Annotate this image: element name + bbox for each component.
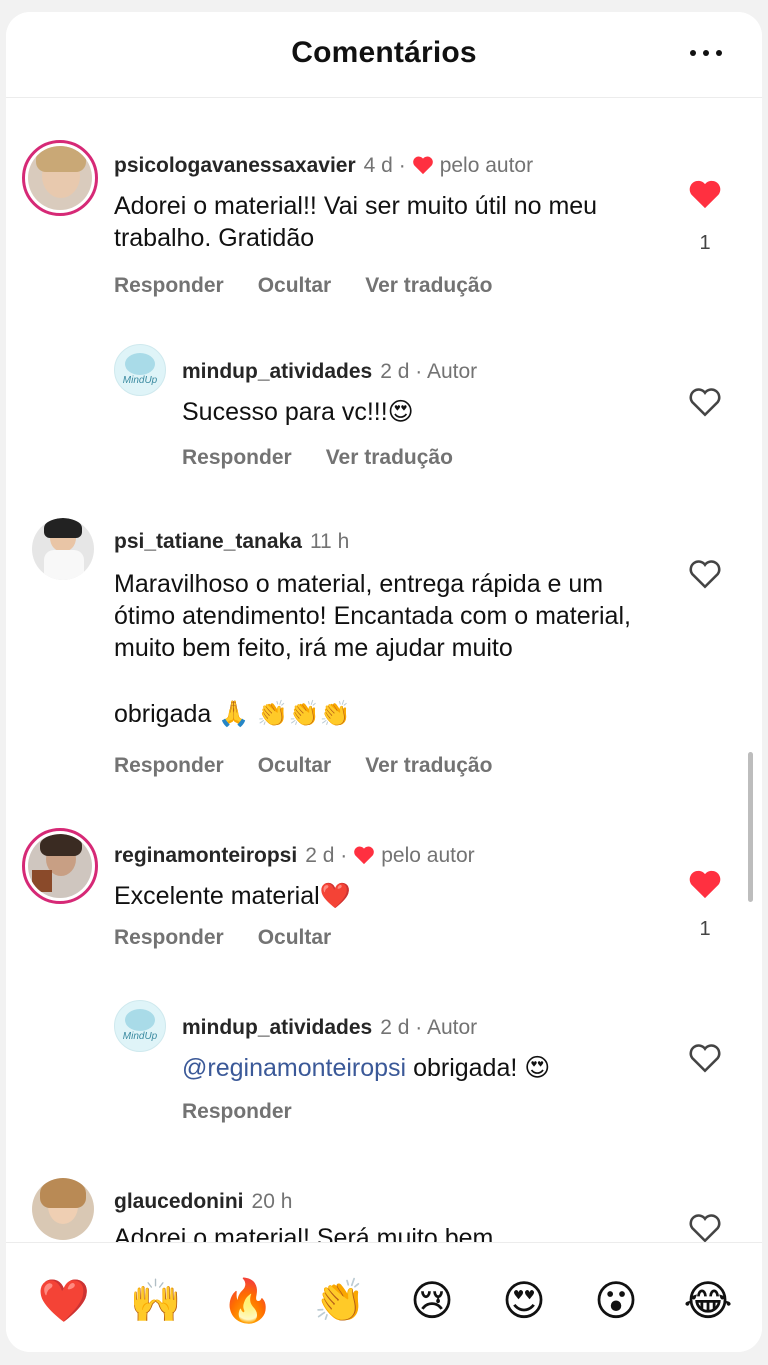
mention-link[interactable]: @reginamonteiropsi: [182, 1054, 406, 1082]
like-count: 1: [699, 918, 711, 940]
liked-by-author-label: pelo autor: [381, 844, 475, 867]
emoji: 😍: [387, 397, 414, 426]
reply-button[interactable]: Responder: [114, 274, 224, 297]
comment-text: @reginamonteiropsi obrigada! 😍: [182, 1053, 551, 1082]
liked-by-author-icon: [354, 846, 375, 865]
emoji-raised-hands-button[interactable]: 🙌: [128, 1273, 184, 1329]
username[interactable]: mindup_atividades: [182, 360, 372, 383]
avatar-brand-text: MindUp: [122, 375, 158, 386]
comment-meta: psi_tatiane_tanaka 11 h: [114, 530, 349, 554]
comment-actions: Responder Ocultar Ver tradução: [114, 274, 526, 298]
comment-meta: glaucedonini 20 h: [114, 1190, 292, 1214]
translate-button[interactable]: Ver tradução: [326, 446, 453, 469]
emoji: ❤️: [319, 881, 351, 910]
comment-meta: mindup_atividades 2 d · Autor: [182, 360, 478, 383]
emoji-heart-eyes-button[interactable]: 😍: [496, 1273, 552, 1329]
hide-button[interactable]: Ocultar: [258, 274, 332, 297]
comment-time: 2 d: [380, 1016, 410, 1039]
avatar[interactable]: [32, 1178, 94, 1240]
translate-button[interactable]: Ver tradução: [365, 754, 492, 777]
username[interactable]: reginamonteiropsi: [114, 844, 297, 867]
username[interactable]: glaucedonini: [114, 1190, 244, 1213]
comment-meta: reginamonteiropsi 2 d · pelo autor: [114, 844, 475, 867]
avatar-brand-text: MindUp: [122, 1031, 158, 1042]
emoji-laughing-button[interactable]: 😂: [680, 1273, 736, 1329]
reply-button[interactable]: Responder: [182, 1100, 292, 1123]
emoji-clap-button[interactable]: 👏: [312, 1273, 368, 1329]
liked-heart-icon[interactable]: [688, 178, 722, 210]
comment-text-line: obrigada 🙏 👏👏👏: [114, 699, 351, 728]
comment-time: 2 d: [305, 844, 335, 867]
emoji-fire-button[interactable]: 🔥: [220, 1273, 276, 1329]
emoji-surprised-button[interactable]: 😮: [588, 1273, 644, 1329]
comments-sheet: Comentários psicologavanessaxavier 4 d · p…: [6, 12, 762, 1352]
username[interactable]: psicologavanessaxavier: [114, 154, 356, 177]
emoji: 🙏 👏👏👏: [218, 699, 351, 728]
liked-by-author-icon: [412, 156, 433, 175]
emoji-crying-button[interactable]: 😢: [404, 1273, 460, 1329]
avatar[interactable]: MindUp: [114, 1000, 166, 1052]
username[interactable]: mindup_atividades: [182, 1016, 372, 1039]
author-badge: Autor: [426, 360, 478, 383]
avatar[interactable]: MindUp: [114, 344, 166, 396]
comment-text: Excelente material❤️: [114, 881, 351, 910]
comment-text: Sucesso para vc!!!😍: [182, 397, 414, 426]
hide-button[interactable]: Ocultar: [258, 926, 332, 949]
author-badge: Autor: [426, 1016, 478, 1039]
heart-outline-icon[interactable]: [688, 1042, 722, 1074]
reply-button[interactable]: Responder: [114, 926, 224, 949]
emoji: 😍: [524, 1053, 551, 1082]
avatar[interactable]: [22, 140, 98, 216]
heart-outline-icon[interactable]: [688, 386, 722, 418]
page-title: Comentários: [291, 36, 477, 69]
more-options-icon[interactable]: [686, 42, 726, 62]
comment-actions: Responder Ver tradução: [182, 446, 487, 470]
reply-button[interactable]: Responder: [114, 754, 224, 777]
like-count: 1: [699, 232, 711, 254]
liked-heart-icon[interactable]: [688, 868, 722, 900]
avatar[interactable]: [32, 518, 94, 580]
comment-text: Adorei o material!! Vai ser muito útil n…: [114, 192, 598, 252]
comment-time: 11 h: [309, 530, 350, 553]
reply-button[interactable]: Responder: [182, 446, 292, 469]
comment-actions: Responder Ocultar: [114, 926, 365, 950]
translate-button[interactable]: Ver tradução: [365, 274, 492, 297]
username[interactable]: psi_tatiane_tanaka: [114, 530, 302, 553]
emoji-heart-button[interactable]: ❤️: [36, 1273, 92, 1329]
comment-actions: Responder Ocultar Ver tradução: [114, 754, 526, 778]
heart-outline-icon[interactable]: [688, 1212, 722, 1244]
scrollbar[interactable]: [748, 752, 753, 902]
header: Comentários: [6, 12, 762, 98]
heart-outline-icon[interactable]: [688, 558, 722, 590]
comment-time: 20 h: [251, 1190, 293, 1213]
comment-time: 2 d: [380, 360, 410, 383]
avatar[interactable]: [22, 828, 98, 904]
hide-button[interactable]: Ocultar: [258, 754, 332, 777]
comment-meta: psicologavanessaxavier 4 d · pelo autor: [114, 154, 534, 177]
comment-meta: mindup_atividades 2 d · Autor: [182, 1016, 478, 1039]
comment-actions: Responder: [182, 1100, 326, 1124]
liked-by-author-label: pelo autor: [439, 154, 534, 177]
comment-text: Maravilhoso o material, entrega rápida e…: [114, 570, 631, 662]
quick-emoji-bar: ❤️ 🙌 🔥 👏 😢 😍 😮 😂: [6, 1242, 762, 1352]
comment-time: 4 d: [363, 154, 393, 177]
